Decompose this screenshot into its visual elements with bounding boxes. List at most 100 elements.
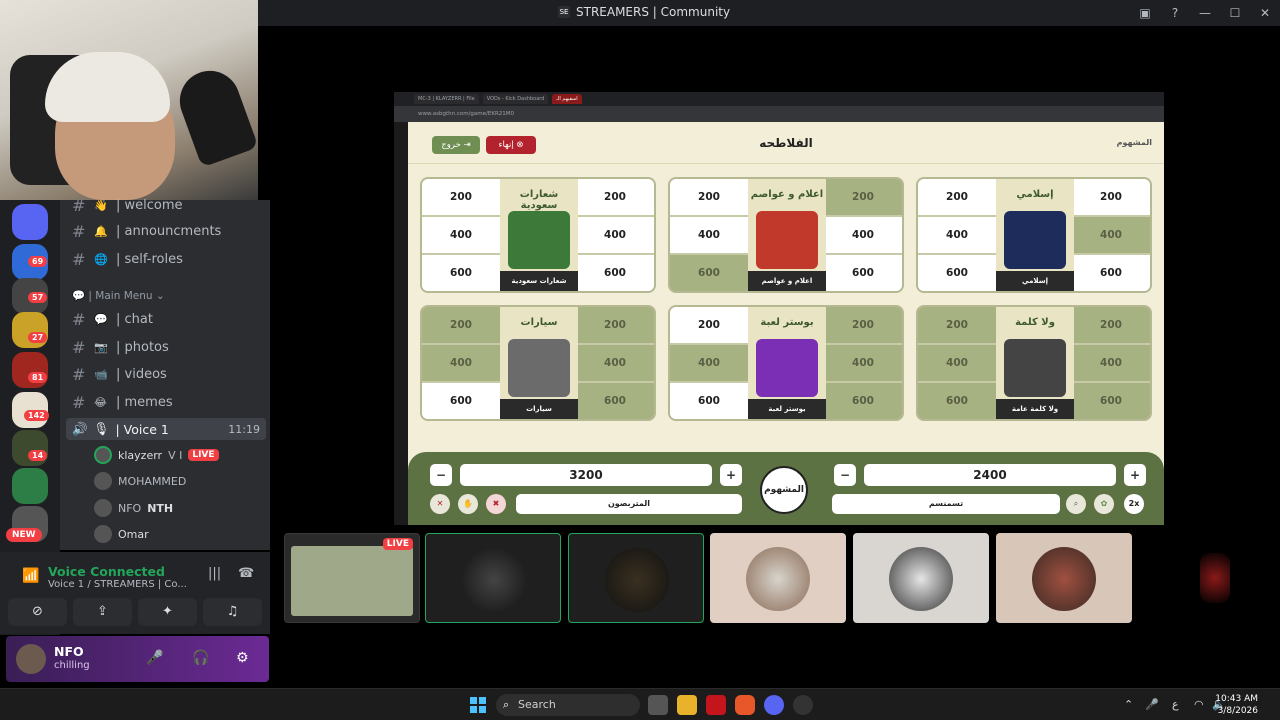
voice-user[interactable]: Omar: [94, 525, 149, 543]
channel-memes[interactable]: # 😂 | memes: [72, 393, 173, 412]
points-cell[interactable]: 600: [1072, 255, 1150, 291]
category-main-menu[interactable]: 💬 | Main Menu ⌄: [72, 289, 165, 302]
points-cell[interactable]: 400: [422, 345, 500, 383]
points-cell[interactable]: 200: [670, 179, 748, 217]
search-icon[interactable]: ⌕: [1066, 494, 1086, 514]
chevron-up-icon[interactable]: ⌃: [1124, 698, 1133, 711]
points-cell[interactable]: 600: [918, 383, 996, 419]
points-cell[interactable]: 200: [918, 179, 996, 217]
right-minus-button[interactable]: −: [834, 464, 856, 486]
hand-tool-icon[interactable]: ✋: [458, 494, 478, 514]
points-cell[interactable]: 200: [576, 307, 654, 345]
points-cell[interactable]: 600: [422, 383, 500, 419]
points-cell[interactable]: 200: [670, 307, 748, 345]
points-cell[interactable]: 400: [918, 217, 996, 255]
channel-self-roles[interactable]: # 🌐 | self-roles: [72, 250, 183, 269]
points-cell[interactable]: 200: [576, 179, 654, 217]
wifi-icon[interactable]: ◠: [1194, 698, 1204, 711]
points-cell[interactable]: 200: [422, 307, 500, 345]
server-icon[interactable]: [12, 468, 48, 504]
points-cell[interactable]: 200: [824, 307, 902, 345]
browser-tab[interactable]: MC-3 | KLAYZERR | File: [414, 94, 479, 104]
points-cell[interactable]: 200: [918, 307, 996, 345]
points-cell[interactable]: 400: [422, 217, 500, 255]
points-cell[interactable]: 400: [576, 217, 654, 255]
activities-button[interactable]: ✦: [138, 598, 197, 626]
points-cell[interactable]: 400: [670, 345, 748, 383]
brave-browser-icon[interactable]: [735, 695, 755, 715]
points-cell[interactable]: 400: [824, 345, 902, 383]
browser-tab[interactable]: VODs - Kick Dashboard: [482, 94, 549, 104]
points-cell[interactable]: 200: [1072, 179, 1150, 217]
channel-welcome[interactable]: # 👋 | welcome: [72, 196, 183, 215]
points-cell[interactable]: 400: [576, 345, 654, 383]
channel-photos[interactable]: # 📷 | photos: [72, 338, 169, 357]
participant-tile[interactable]: [1140, 533, 1270, 623]
participant-tile[interactable]: [710, 533, 846, 623]
camera-off-button[interactable]: ⊘: [8, 598, 67, 626]
gear-icon[interactable]: ⚙: [236, 650, 249, 666]
channel-videos[interactable]: # 📹 | videos: [72, 365, 167, 384]
points-cell[interactable]: 600: [670, 383, 748, 419]
block-tool-icon[interactable]: ✖: [486, 494, 506, 514]
obs-icon[interactable]: [793, 695, 813, 715]
clock[interactable]: 10:43 AM 3/8/2026: [1215, 693, 1258, 717]
left-minus-button[interactable]: −: [430, 464, 452, 486]
points-cell[interactable]: 600: [918, 255, 996, 291]
points-cell[interactable]: 400: [670, 217, 748, 255]
participant-tile[interactable]: [568, 533, 704, 623]
windows-start-icon[interactable]: [470, 697, 486, 713]
headphones-icon[interactable]: 🎧: [192, 650, 209, 666]
screen-share-button[interactable]: ⇪: [73, 598, 132, 626]
points-cell[interactable]: 400: [1072, 345, 1150, 383]
points-cell[interactable]: 600: [1072, 383, 1150, 419]
microphone-icon[interactable]: 🎤: [146, 650, 163, 666]
points-cell[interactable]: 600: [670, 255, 748, 291]
participant-tile[interactable]: [425, 533, 561, 623]
minimize-button[interactable]: —: [1190, 6, 1220, 20]
disconnect-icon[interactable]: ☎: [238, 566, 254, 581]
microphone-icon[interactable]: 🎤: [1145, 698, 1159, 711]
taskbar-search[interactable]: ⌕ Search: [496, 694, 640, 716]
file-explorer-icon[interactable]: [677, 695, 697, 715]
app-icon[interactable]: [706, 695, 726, 715]
points-cell[interactable]: 400: [824, 217, 902, 255]
left-plus-button[interactable]: +: [720, 464, 742, 486]
server-icon[interactable]: [12, 204, 48, 240]
soundboard-icon[interactable]: |||: [208, 566, 221, 581]
flower-icon[interactable]: ✿: [1094, 494, 1114, 514]
task-view-icon[interactable]: [648, 695, 668, 715]
participant-tile[interactable]: [996, 533, 1132, 623]
participant-tile-stream[interactable]: LIVE: [284, 533, 420, 623]
cancel-tool-icon[interactable]: ✕: [430, 494, 450, 514]
channel-chat[interactable]: # 💬 | chat: [72, 310, 153, 329]
points-cell[interactable]: 600: [422, 255, 500, 291]
voice-user[interactable]: klayzerr V I LIVE: [94, 446, 219, 464]
maximize-button[interactable]: ☐: [1220, 6, 1250, 20]
points-cell[interactable]: 400: [918, 345, 996, 383]
voice-user[interactable]: NFO NTH: [94, 499, 173, 517]
discord-icon[interactable]: [764, 695, 784, 715]
points-cell[interactable]: 600: [824, 383, 902, 419]
participant-tile[interactable]: [853, 533, 989, 623]
channel-announcments[interactable]: # 🔔 | announcments: [72, 222, 221, 241]
voice-channel-1[interactable]: 🔊 🎙 | Voice 1 11:19: [66, 418, 266, 440]
points-cell[interactable]: 400: [1072, 217, 1150, 255]
avatar[interactable]: [16, 644, 46, 674]
help-icon[interactable]: ?: [1160, 6, 1190, 20]
browser-tab[interactable]: اسقيهم الـ: [552, 94, 582, 104]
address-bar[interactable]: www.asbgthn.com/game/EKR21M0: [394, 106, 1164, 122]
voice-user[interactable]: MOHAMMED: [94, 472, 186, 490]
points-cell[interactable]: 600: [824, 255, 902, 291]
points-cell[interactable]: 200: [422, 179, 500, 217]
soundboard-button[interactable]: ♫: [203, 598, 262, 626]
double-points-button[interactable]: 2x: [1124, 494, 1144, 514]
close-button[interactable]: ✕: [1250, 6, 1280, 20]
points-cell[interactable]: 200: [824, 179, 902, 217]
points-cell[interactable]: 600: [576, 255, 654, 291]
points-cell[interactable]: 600: [576, 383, 654, 419]
right-plus-button[interactable]: +: [1124, 464, 1146, 486]
language-indicator[interactable]: ع: [1172, 698, 1179, 711]
points-cell[interactable]: 200: [1072, 307, 1150, 345]
inbox-icon[interactable]: ▣: [1130, 6, 1160, 20]
